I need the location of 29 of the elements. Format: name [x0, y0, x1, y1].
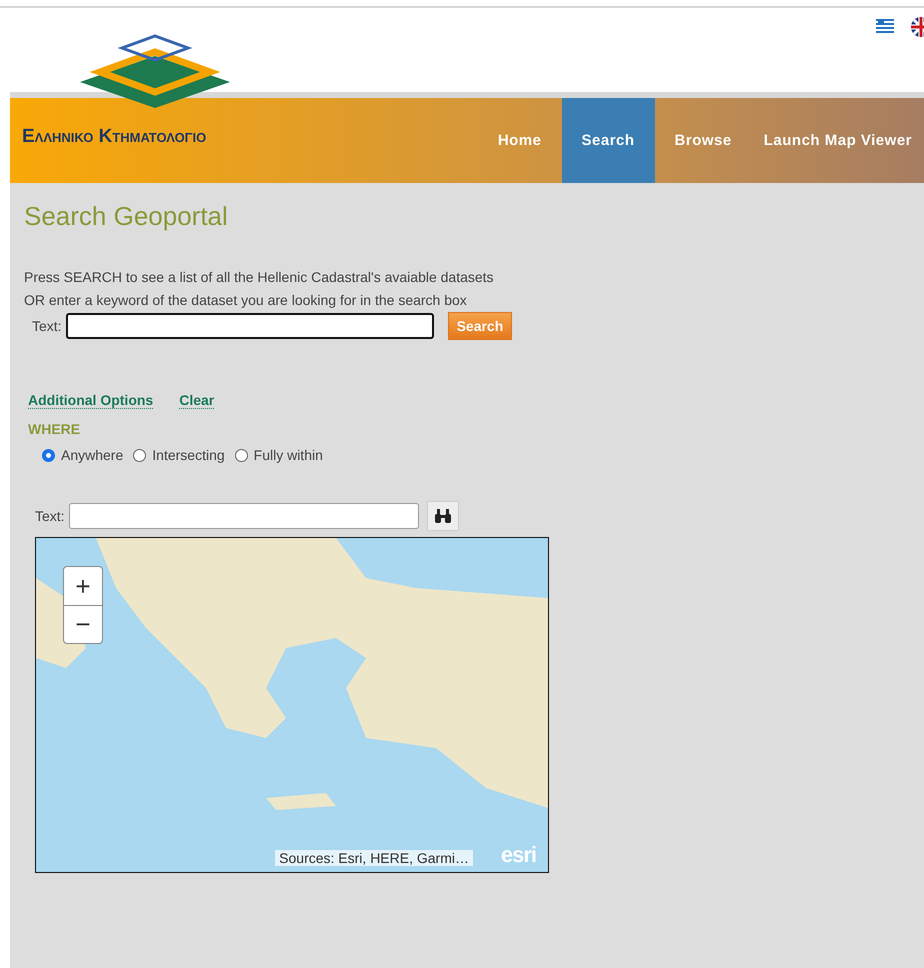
nav-tab[interactable]: Launch Map Viewer: [752, 98, 924, 183]
binoculars-icon: [434, 509, 452, 523]
map[interactable]: + − Sources: Esri, HERE, Garmi… esri: [35, 537, 549, 873]
text-label: Text:: [35, 508, 65, 524]
option-link[interactable]: Clear: [179, 392, 214, 409]
nav-tab[interactable]: Home: [478, 98, 562, 183]
place-search-field[interactable]: [68, 503, 419, 529]
search-field[interactable]: [66, 313, 434, 339]
radio-label: Intersecting: [152, 447, 225, 463]
map-logo: esri: [500, 842, 536, 868]
page-title: Search Geoportal: [24, 201, 229, 232]
brand-title: Ελληνικο Κτηματολογιο: [21, 124, 208, 148]
nav-tab[interactable]: Browse: [654, 98, 752, 183]
radio-label: Fully within: [254, 447, 323, 463]
binoculars-button[interactable]: [426, 501, 459, 531]
radio-button[interactable]: [234, 448, 248, 462]
radio-button[interactable]: [133, 448, 146, 462]
intro-text: OR enter a keyword of the dataset you are looking for in the search box: [24, 291, 468, 310]
search-button[interactable]: Search: [448, 312, 512, 340]
radio-label: Anywhere: [61, 447, 124, 463]
where-heading: WHERE: [28, 421, 82, 437]
nav-tab[interactable]: Search: [562, 98, 655, 183]
radio-button[interactable]: [42, 448, 55, 462]
zoom-in-button[interactable]: +: [64, 567, 102, 605]
zoom-out-button[interactable]: −: [64, 605, 102, 643]
text-label: Text:: [32, 318, 62, 334]
option-link[interactable]: Additional Options: [28, 392, 154, 409]
map-attribution: Sources: Esri, HERE, Garmi…: [275, 850, 473, 866]
intro-text: Press SEARCH to see a list of all the Hellenic Cadastral's avaiable datasets: [24, 268, 495, 287]
